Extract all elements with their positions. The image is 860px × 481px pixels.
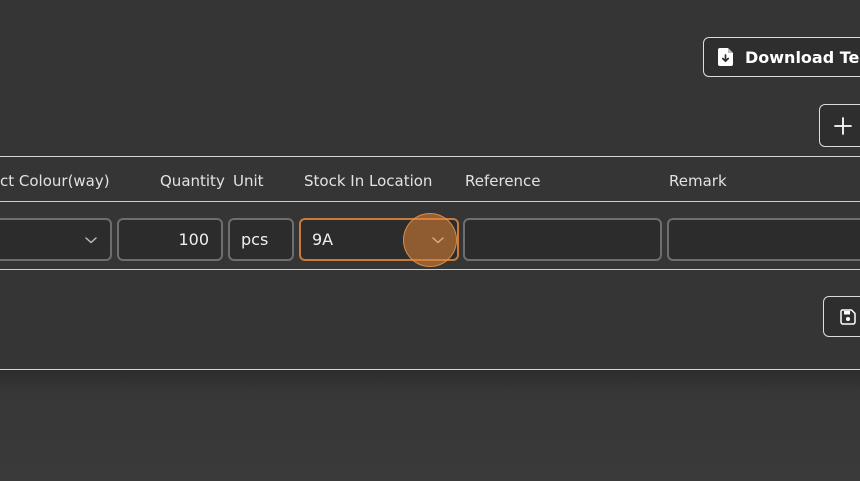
table-header-row: ct Colour(way) Quantity Unit Stock In Lo…	[0, 157, 860, 201]
reference-input[interactable]	[463, 218, 662, 261]
header-quantity: Quantity	[160, 172, 225, 190]
download-template-label: Download Tem	[745, 47, 860, 67]
header-stock-in-location: Stock In Location	[304, 172, 433, 190]
chevron-down-icon	[85, 237, 97, 244]
quantity-input[interactable]: 100	[117, 218, 223, 261]
plus-icon	[834, 117, 852, 135]
header-remark: Remark	[669, 172, 727, 190]
stock-in-location-value: 9A	[312, 230, 334, 249]
page: Download Tem ct Colour(way) Quantity Uni…	[0, 0, 860, 481]
header-reference: Reference	[465, 172, 541, 190]
unit-value: pcs	[241, 230, 269, 249]
colour-select[interactable]	[0, 218, 112, 261]
row-divider	[0, 269, 860, 270]
download-template-button[interactable]: Download Tem	[703, 37, 860, 77]
file-download-icon	[718, 48, 734, 66]
lower-empty-area	[0, 370, 860, 481]
quantity-value: 100	[178, 230, 209, 249]
header-colour: ct Colour(way)	[0, 172, 110, 190]
header-unit: Unit	[233, 172, 264, 190]
unit-field[interactable]: pcs	[228, 218, 294, 261]
save-button[interactable]	[823, 296, 860, 337]
remark-input[interactable]	[667, 218, 860, 261]
click-indicator	[403, 213, 457, 267]
add-row-button[interactable]	[819, 104, 860, 147]
save-icon	[840, 309, 856, 325]
